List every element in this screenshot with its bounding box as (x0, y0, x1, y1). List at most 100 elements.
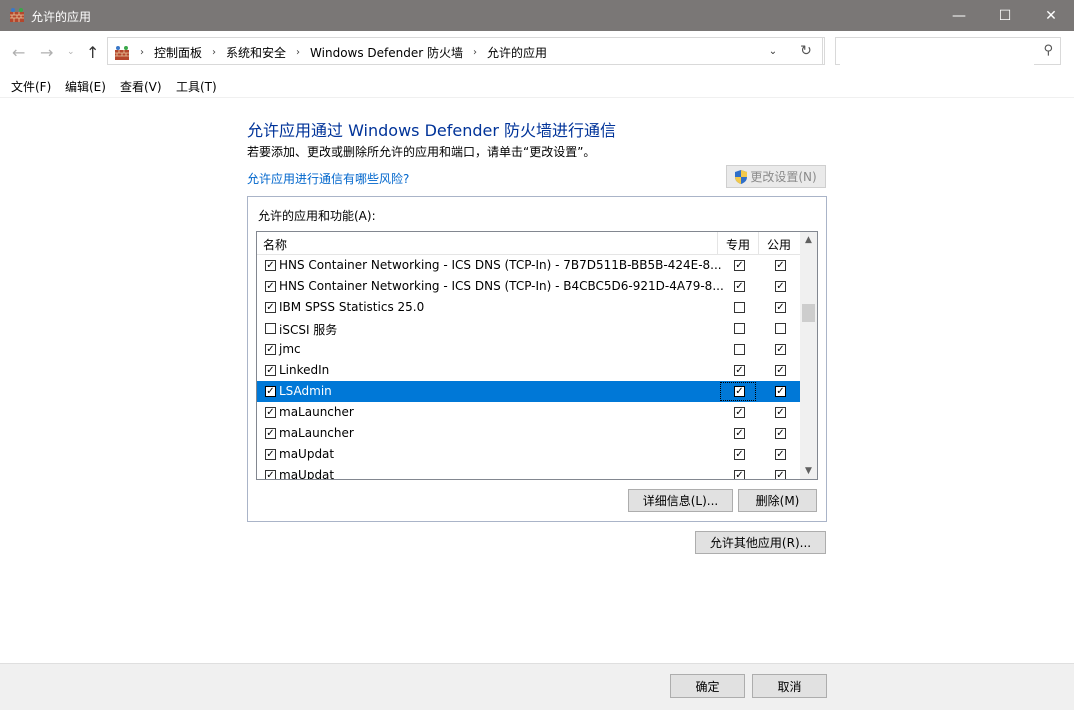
private-checkbox[interactable]: ✓ (734, 428, 745, 439)
public-checkbox[interactable]: ✓ (775, 428, 786, 439)
list-item[interactable]: ✓ maLauncher ✓ ✓ (257, 423, 801, 444)
enable-checkbox[interactable]: ✓ (265, 260, 276, 271)
list-item[interactable]: ✓ maUpdat ✓ ✓ (257, 444, 801, 465)
private-checkbox[interactable] (734, 323, 745, 334)
private-checkbox[interactable]: ✓ (734, 281, 745, 292)
chevron-right-icon[interactable]: › (473, 47, 477, 58)
enable-checkbox[interactable]: ✓ (265, 344, 276, 355)
public-checkbox[interactable]: ✓ (775, 365, 786, 376)
app-name: LSAdmin (279, 384, 332, 398)
crumb-firewall[interactable]: Windows Defender 防火墙 (310, 44, 463, 61)
allowed-apps-list[interactable]: 名称 专用 公用 ✓ HNS Container Networking - ICS… (256, 231, 818, 480)
column-divider (717, 232, 718, 254)
list-item[interactable]: ✓ maLauncher ✓ ✓ (257, 402, 801, 423)
public-checkbox[interactable] (775, 323, 786, 334)
list-item[interactable]: iSCSI 服务 (257, 318, 801, 339)
close-button[interactable]: ✕ (1028, 0, 1074, 31)
menu-view[interactable]: 查看(V) (120, 78, 162, 95)
public-checkbox[interactable]: ✓ (775, 260, 786, 271)
private-checkbox[interactable]: ✓ (734, 260, 745, 271)
private-checkbox[interactable] (734, 302, 745, 313)
firewall-icon (10, 8, 24, 22)
crumb-allowed-apps[interactable]: 允许的应用 (487, 44, 547, 61)
public-checkbox[interactable]: ✓ (775, 386, 786, 397)
scrollbar-thumb[interactable] (802, 304, 815, 322)
chevron-right-icon[interactable]: › (212, 47, 216, 58)
list-item[interactable]: ✓ LSAdmin ✓ ✓ (257, 381, 801, 402)
app-name: IBM SPSS Statistics 25.0 (279, 300, 425, 314)
scroll-up-icon[interactable]: ▲ (800, 235, 817, 245)
list-item[interactable]: ✓ HNS Container Networking - ICS DNS (TCP… (257, 276, 801, 297)
instructions-text: 若要添加、更改或删除所允许的应用和端口，请单击“更改设置”。 (247, 145, 596, 159)
change-settings-label: 更改设置(N) (750, 170, 817, 184)
address-box[interactable]: › 控制面板 › 系统和安全 › Windows Defender 防火墙 › … (107, 37, 825, 65)
public-checkbox[interactable]: ✓ (775, 281, 786, 292)
public-checkbox[interactable]: ✓ (775, 302, 786, 313)
list-item[interactable]: ✓ IBM SPSS Statistics 25.0 ✓ (257, 297, 801, 318)
enable-checkbox[interactable]: ✓ (265, 428, 276, 439)
list-item[interactable]: ✓ LinkedIn ✓ ✓ (257, 360, 801, 381)
search-input[interactable] (840, 39, 1034, 65)
app-name: maLauncher (279, 426, 354, 440)
enable-checkbox[interactable]: ✓ (265, 386, 276, 397)
enable-checkbox[interactable]: ✓ (265, 281, 276, 292)
app-name: maUpdat (279, 447, 335, 461)
private-checkbox[interactable]: ✓ (734, 386, 745, 397)
private-checkbox[interactable] (734, 344, 745, 355)
app-name: iSCSI 服务 (279, 323, 338, 337)
allow-other-app-button[interactable]: 允许其他应用(R)... (695, 531, 826, 554)
list-item[interactable]: ✓ jmc ✓ (257, 339, 801, 360)
ok-button[interactable]: 确定 (670, 674, 745, 698)
enable-checkbox[interactable]: ✓ (265, 302, 276, 313)
recent-dropdown-icon[interactable]: ⌄ (67, 47, 75, 57)
cancel-button[interactable]: 取消 (752, 674, 827, 698)
private-checkbox[interactable]: ✓ (734, 470, 745, 479)
change-settings-button[interactable]: 更改设置(N) (726, 165, 826, 188)
scroll-down-icon[interactable]: ▼ (800, 466, 817, 476)
chevron-down-icon[interactable]: ⌄ (757, 38, 788, 64)
minimize-button[interactable]: — (936, 0, 982, 31)
column-header-public[interactable]: 公用 (767, 236, 791, 253)
up-arrow-icon[interactable]: ↑ (86, 43, 99, 62)
enable-checkbox[interactable]: ✓ (265, 470, 276, 479)
private-checkbox[interactable]: ✓ (734, 449, 745, 460)
maximize-button[interactable]: ☐ (982, 0, 1028, 31)
refresh-icon[interactable]: ↻ (790, 37, 823, 65)
vertical-scrollbar[interactable]: ▲ ▼ (800, 232, 817, 479)
details-button[interactable]: 详细信息(L)... (628, 489, 733, 512)
column-header-private[interactable]: 专用 (726, 236, 750, 253)
list-item[interactable]: ✓ HNS Container Networking - ICS DNS (TCP… (257, 255, 801, 276)
private-checkbox[interactable]: ✓ (734, 365, 745, 376)
menu-bar: 文件(F) 编辑(E) 查看(V) 工具(T) (0, 71, 1074, 98)
enable-checkbox[interactable]: ✓ (265, 407, 276, 418)
search-box[interactable]: ⚲ (835, 37, 1061, 65)
app-name: jmc (279, 342, 301, 356)
delete-button[interactable]: 删除(M) (738, 489, 817, 512)
private-checkbox[interactable]: ✓ (734, 407, 745, 418)
crumb-system-security[interactable]: 系统和安全 (226, 44, 286, 61)
enable-checkbox[interactable] (265, 323, 276, 334)
menu-edit[interactable]: 编辑(E) (65, 78, 106, 95)
chevron-right-icon[interactable]: › (140, 47, 144, 58)
dialog-footer: 确定 取消 (0, 663, 1074, 710)
enable-checkbox[interactable]: ✓ (265, 449, 276, 460)
page-title: 允许应用通过 Windows Defender 防火墙进行通信 (247, 121, 617, 140)
public-checkbox[interactable]: ✓ (775, 449, 786, 460)
column-header-name[interactable]: 名称 (263, 236, 287, 253)
public-checkbox[interactable]: ✓ (775, 407, 786, 418)
public-checkbox[interactable]: ✓ (775, 344, 786, 355)
window-title: 允许的应用 (31, 10, 92, 24)
enable-checkbox[interactable]: ✓ (265, 365, 276, 376)
menu-tools[interactable]: 工具(T) (176, 78, 217, 95)
search-icon[interactable]: ⚲ (1043, 43, 1053, 58)
address-toolbar: ← → ⌄ ↑ › 控制面板 › 系统和安全 › Windows Defende… (0, 31, 1074, 71)
forward-arrow-icon[interactable]: → (40, 43, 53, 62)
back-arrow-icon[interactable]: ← (12, 43, 25, 62)
crumb-control-panel[interactable]: 控制面板 (154, 44, 202, 61)
chevron-right-icon[interactable]: › (296, 47, 300, 58)
list-item[interactable]: ✓ maUpdat ✓ ✓ (257, 465, 801, 479)
risk-link[interactable]: 允许应用进行通信有哪些风险? (247, 170, 409, 187)
app-name: HNS Container Networking - ICS DNS (TCP-… (279, 279, 724, 293)
menu-file[interactable]: 文件(F) (11, 78, 51, 95)
public-checkbox[interactable]: ✓ (775, 470, 786, 479)
